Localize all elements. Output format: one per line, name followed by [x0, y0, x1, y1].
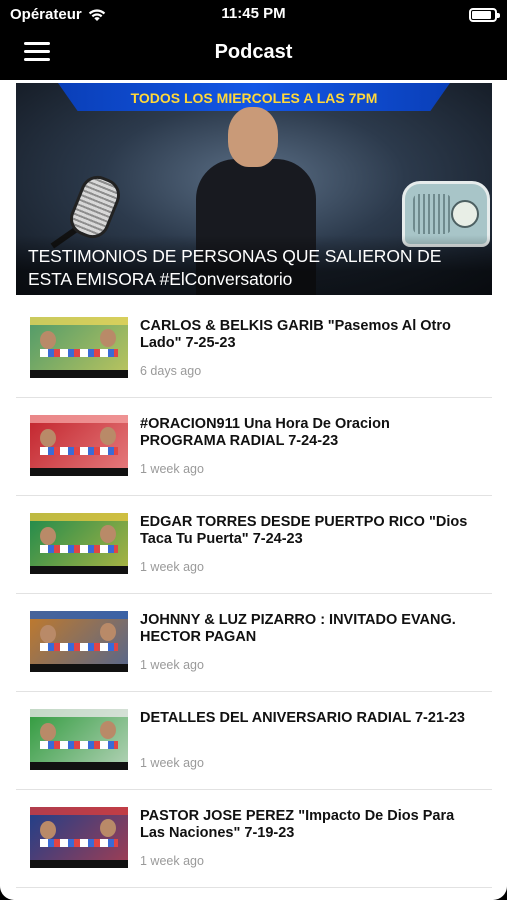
episode-item[interactable]: EDGAR TORRES DESDE PUERTPO RICO "Dios Ta… [16, 496, 492, 594]
episode-thumbnail [30, 807, 128, 868]
podcast-content: TODOS LOS MIERCOLES A LAS 7PM TESTIMONIO… [0, 80, 507, 900]
episode-date: 1 week ago [140, 854, 204, 868]
host-head-graphic [228, 107, 278, 167]
episode-date: 1 week ago [140, 462, 204, 476]
episode-item[interactable]: CARLOS & BELKIS GARIB "Pasemos Al Otro L… [16, 300, 492, 398]
page-title: Podcast [214, 41, 293, 63]
episode-item[interactable]: PASTOR JOSE PEREZ "Impacto De Dios Para … [16, 790, 492, 888]
episode-title: CARLOS & BELKIS GARIB "Pasemos Al Otro L… [140, 318, 451, 351]
featured-episode[interactable]: TODOS LOS MIERCOLES A LAS 7PM TESTIMONIO… [16, 83, 492, 295]
episode-title: JOHNNY & LUZ PIZARRO : INVITADO EVANG. H… [140, 612, 456, 645]
episode-item[interactable]: DETALLES DEL ANIVERSARIO RADIAL 7-21-23 1… [16, 692, 492, 790]
episode-date: 1 week ago [140, 658, 204, 672]
status-bar: Opérateur 11:45 PM [0, 0, 507, 30]
episode-item[interactable]: #ORACION911 Una Hora De Oracion PROGRAMA… [16, 398, 492, 496]
episode-list: CARLOS & BELKIS GARIB "Pasemos Al Otro L… [16, 300, 492, 888]
episode-title: PASTOR JOSE PEREZ "Impacto De Dios Para … [140, 808, 455, 841]
episode-thumbnail [30, 317, 128, 378]
status-time: 11:45 PM [221, 5, 286, 22]
nav-bar: Podcast [0, 30, 507, 80]
battery-icon [469, 8, 500, 22]
episode-thumbnail [30, 709, 128, 770]
episode-title: DETALLES DEL ANIVERSARIO RADIAL 7-21-23 [140, 710, 465, 726]
episode-date: 1 week ago [140, 560, 204, 574]
episode-thumbnail [30, 513, 128, 574]
episode-item[interactable]: JOHNNY & LUZ PIZARRO : INVITADO EVANG. H… [16, 594, 492, 692]
episode-title: EDGAR TORRES DESDE PUERTPO RICO "Dios Ta… [140, 514, 468, 547]
episode-thumbnail [30, 611, 128, 672]
episode-title: #ORACION911 Una Hora De Oracion PROGRAMA… [140, 416, 390, 449]
episode-thumbnail [30, 415, 128, 476]
episode-date: 1 week ago [140, 756, 204, 770]
episode-date: 6 days ago [140, 364, 202, 378]
featured-title: TESTIMONIOS DE PERSONAS QUE SALIERON DE … [28, 246, 442, 289]
